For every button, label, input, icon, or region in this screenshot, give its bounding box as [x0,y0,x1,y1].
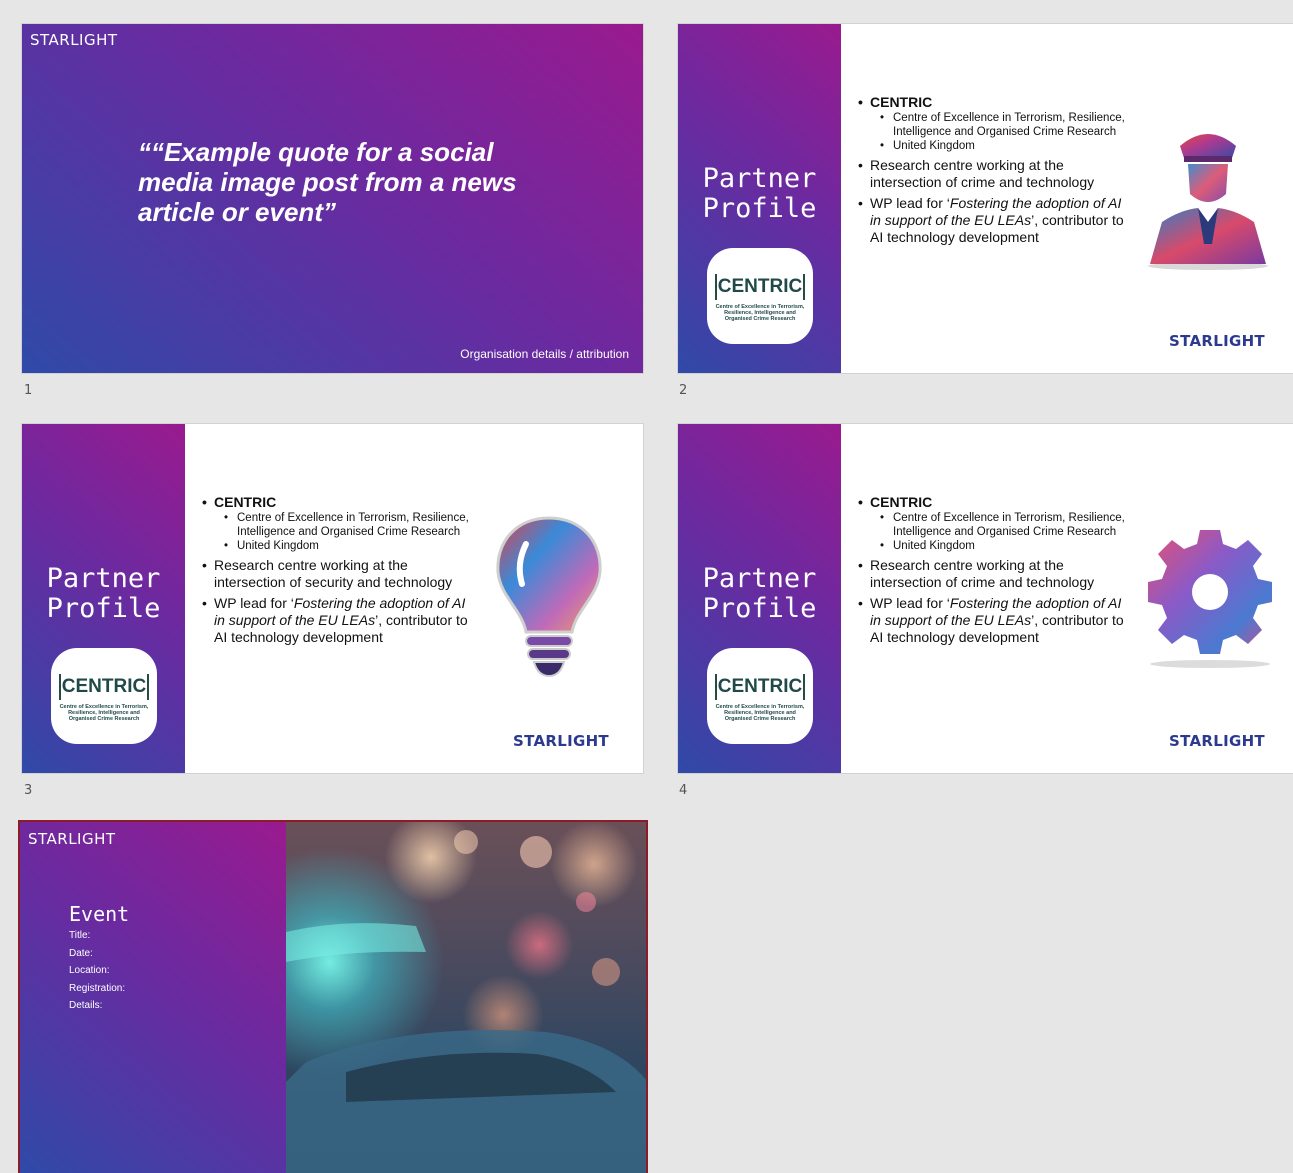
starlight-logo: STARLIGHT [1169,732,1265,750]
event-side-panel: STARLIGHT Event Title: Date: Location: R… [20,822,286,1173]
event-field-title: Title: [69,930,91,941]
org-name: CENTRIC [856,494,1131,511]
gear-polygon-icon [1148,530,1272,668]
org-country: United Kingdom [856,539,1131,553]
bullet-research: Research centre working at the intersect… [856,557,1131,591]
slide-thumbnail-2[interactable]: Partner Profile CENTRIC Centre of Excell… [678,24,1293,373]
slide-thumbnail-3[interactable]: Partner Profile CENTRIC Centre of Excell… [22,424,643,773]
org-country: United Kingdom [200,539,475,553]
profile-bullets: CENTRIC Centre of Excellence in Terroris… [856,94,1131,246]
slide-number: 2 [679,383,688,398]
side-panel: Partner Profile CENTRIC Centre of Excell… [22,424,185,773]
side-title: Partner Profile [702,563,817,624]
police-officer-polygon-icon [1148,134,1268,270]
bullet-wp-lead: WP lead for ‘Fostering the adoption of A… [856,195,1131,246]
quote-text: ““Example quote for a social media image… [138,137,517,227]
event-field-location: Location: [69,965,110,976]
starlight-logo: STARLIGHT [28,830,116,848]
org-full-name: Centre of Excellence in Terrorism, Resil… [200,511,475,539]
event-field-date: Date: [69,948,93,959]
centric-logo: CENTRIC Centre of Excellence in Terroris… [51,648,157,744]
slide-number: 1 [24,383,33,398]
slide-thumbnail-1[interactable]: STARLIGHT ““Example quote for a social m… [22,24,643,373]
police-car-blurred-lights-photo [286,822,646,1173]
attribution-text: Organisation details / attribution [460,347,629,361]
slide-thumbnail-5[interactable]: STARLIGHT Event Title: Date: Location: R… [18,820,648,1173]
bullet-wp-lead: WP lead for ‘Fostering the adoption of A… [856,595,1131,646]
side-title: Partner Profile [46,563,161,624]
side-panel: Partner Profile CENTRIC Centre of Excell… [678,424,841,773]
starlight-logo: STARLIGHT [30,31,118,49]
slide-number: 4 [679,783,688,798]
org-name: CENTRIC [856,94,1131,111]
starlight-logo: STARLIGHT [513,732,609,750]
event-heading: Event [69,902,130,926]
slide-thumbnail-4[interactable]: Partner Profile CENTRIC Centre of Excell… [678,424,1293,773]
bullet-research: Research centre working at the intersect… [200,557,475,591]
lightbulb-polygon-icon [496,516,602,678]
org-name: CENTRIC [200,494,475,511]
event-field-registration: Registration: [69,983,126,994]
bullet-wp-lead: WP lead for ‘Fostering the adoption of A… [200,595,475,646]
starlight-logo: STARLIGHT [1169,332,1265,350]
event-field-details: Details: [69,1000,103,1011]
centric-logo: CENTRIC Centre of Excellence in Terroris… [707,248,813,344]
centric-logo: CENTRIC Centre of Excellence in Terroris… [707,648,813,744]
org-full-name: Centre of Excellence in Terrorism, Resil… [856,111,1131,139]
side-panel: Partner Profile CENTRIC Centre of Excell… [678,24,841,373]
slide-number: 3 [24,783,33,798]
org-country: United Kingdom [856,139,1131,153]
bullet-research: Research centre working at the intersect… [856,157,1131,191]
profile-bullets: CENTRIC Centre of Excellence in Terroris… [856,494,1131,646]
org-full-name: Centre of Excellence in Terrorism, Resil… [856,511,1131,539]
side-title: Partner Profile [702,163,817,224]
profile-bullets: CENTRIC Centre of Excellence in Terroris… [200,494,475,646]
